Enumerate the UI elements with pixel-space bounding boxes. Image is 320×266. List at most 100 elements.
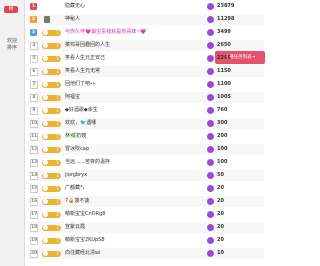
table-row[interactable]: 3 1 与你久伴💗最宝贵我就是你哥妹~💗 3499 (28, 27, 264, 38)
score-value: 20 (217, 237, 224, 243)
rank-badge: 11 (30, 133, 38, 141)
level-value: 1 (56, 81, 59, 87)
table-row[interactable]: 14 1 jiorgbryx 50 (28, 170, 264, 181)
user-name[interactable]: 与你久伴💗最宝贵我就是你哥妹~💗 (65, 27, 147, 38)
level-badge: 1 (42, 172, 61, 179)
level-value: 1 (56, 198, 59, 204)
user-name[interactable]: 7🔒菠不菠 (65, 196, 89, 207)
table-row[interactable]: 20 1 向往藏经北漂wi 10 (28, 248, 264, 259)
table-row[interactable]: 12 1 冒冰吹cap 100 (28, 144, 264, 155)
table-row[interactable]: 6 1 笑看人生元无常 1150 (28, 66, 264, 77)
rank-badge: 13 (30, 159, 38, 167)
user-name[interactable]: 当远……苦夜的温存 (65, 157, 110, 168)
score-value: 2650 (217, 42, 231, 48)
level-dot-icon (42, 82, 48, 87)
user-name[interactable]: 欢欢，🐦遇哪 (65, 118, 96, 129)
table-row[interactable]: 2 神秘人 11298 (28, 14, 264, 25)
coin-icon (207, 172, 214, 179)
level-value: 1 (56, 55, 59, 61)
table-row[interactable]: 15 1 广都藏*₁ 20 (28, 183, 264, 194)
level-dot-icon (42, 238, 48, 243)
sidebar-badge: 榜 (4, 6, 18, 13)
rank-badge: 18 (30, 224, 38, 232)
table-row[interactable]: 7 1 回他们了吧👀 1100 (28, 79, 264, 90)
level-badge: 1 (42, 185, 61, 192)
table-row[interactable]: 18 1 宣紫云霞 20 (28, 222, 264, 233)
score-value: 760 (217, 107, 228, 113)
table-row[interactable]: 19 1 萌新宝宝2KUpS8 20 (28, 235, 264, 246)
level-badge: 1 (42, 94, 61, 101)
score-value: 20 (217, 211, 224, 217)
table-row[interactable]: 8 1 阿福宝 1005 (28, 92, 264, 103)
table-row[interactable]: 5 1 笑看人生元正安己 2265 (28, 53, 264, 64)
level-dot-icon (42, 56, 48, 61)
score-value: 1005 (217, 94, 231, 100)
level-value: 1 (56, 159, 59, 165)
score-value: 300 (217, 120, 228, 126)
rank-badge: 14 (30, 172, 38, 180)
level-badge: 1 (42, 120, 61, 127)
level-value: 1 (56, 172, 59, 178)
user-name[interactable]: 萌新宝宝2KUpS8 (65, 235, 105, 246)
coin-icon (207, 237, 214, 244)
level-dot-icon (42, 173, 48, 178)
coin-icon (207, 224, 214, 231)
coin-icon (207, 42, 214, 49)
user-name[interactable]: 萌新宝宝CnORg8 (65, 209, 105, 220)
user-name[interactable]: 冒冰吹cap (65, 144, 89, 155)
level-dot-icon (42, 30, 48, 35)
user-name[interactable]: 回他们了吧👀 (65, 79, 96, 90)
table-row[interactable]: 4 1 菜鸡哥回趣回的人生 2650 (28, 40, 264, 51)
level-value: 1 (56, 120, 59, 126)
user-name[interactable]: 神秘人 (65, 14, 80, 25)
score-value: 20 (217, 224, 224, 230)
user-name[interactable]: 笑看人生元无常 (65, 66, 100, 77)
user-name[interactable]: ◆好酒歌◆余生 (65, 105, 98, 116)
score-value: 100 (217, 159, 228, 165)
table-row[interactable]: 16 1 7🔒菠不菠 20 (28, 196, 264, 207)
score-value: 2265 (217, 55, 231, 61)
score-value: 200 (217, 133, 228, 139)
table-row[interactable]: 17 1 萌新宝宝CnORg8 20 (28, 209, 264, 220)
table-row[interactable]: 11 1 林🌿奶嫂 200 (28, 131, 264, 142)
user-name[interactable]: 隐藏无心 (65, 1, 85, 12)
coin-icon (207, 107, 214, 114)
level-badge: 1 (42, 29, 61, 36)
sidebar-title-line1: 欢迎 (6, 38, 17, 44)
score-value: 1150 (217, 68, 231, 74)
table-row[interactable]: 9 1 ◆好酒歌◆余生 760 (28, 105, 264, 116)
user-name[interactable]: 菜鸡哥回趣回的人生 (65, 40, 110, 51)
score-value: 20 (217, 185, 224, 191)
rank-badge: 12 (30, 146, 38, 154)
level-badge: 1 (42, 250, 61, 257)
user-name[interactable]: 广都藏*₁ (65, 183, 85, 194)
level-dot-icon (42, 199, 48, 204)
score-value: 23879 (217, 3, 235, 9)
sidebar-title-line2: 排序 (6, 45, 17, 51)
coin-icon (207, 159, 214, 166)
user-name[interactable]: 阿福宝 (65, 92, 80, 103)
user-name[interactable]: jiorgbryx (65, 170, 87, 181)
level-badge: 1 (42, 81, 61, 88)
score-value: 100 (217, 146, 228, 152)
level-value: 1 (56, 42, 59, 48)
coin-icon (207, 146, 214, 153)
sidebar-title[interactable]: 欢迎 排序 (0, 38, 24, 52)
table-row[interactable]: 13 1 当远……苦夜的温存 100 (28, 157, 264, 168)
rank-badge: 15 (30, 185, 38, 193)
user-name[interactable]: 林🌿奶嫂 (65, 131, 86, 142)
user-icon (44, 16, 50, 23)
level-value: 1 (56, 224, 59, 230)
coin-icon (207, 29, 214, 36)
level-badge: 1 (42, 211, 61, 218)
rank-badge: 1 (30, 3, 37, 10)
level-dot-icon (42, 160, 48, 165)
table-row[interactable]: 1 隐藏无心 23879 (28, 1, 264, 12)
table-row[interactable]: 10 1 欢欢，🐦遇哪 300 (28, 118, 264, 129)
level-value: 1 (56, 133, 59, 139)
rank-badge: 9 (30, 107, 38, 115)
user-name[interactable]: 笑看人生元正安己 (65, 53, 105, 64)
user-name[interactable]: 宣紫云霞 (65, 222, 85, 233)
score-value: 3499 (217, 29, 231, 35)
user-name[interactable]: 向往藏经北漂wi (65, 248, 100, 259)
